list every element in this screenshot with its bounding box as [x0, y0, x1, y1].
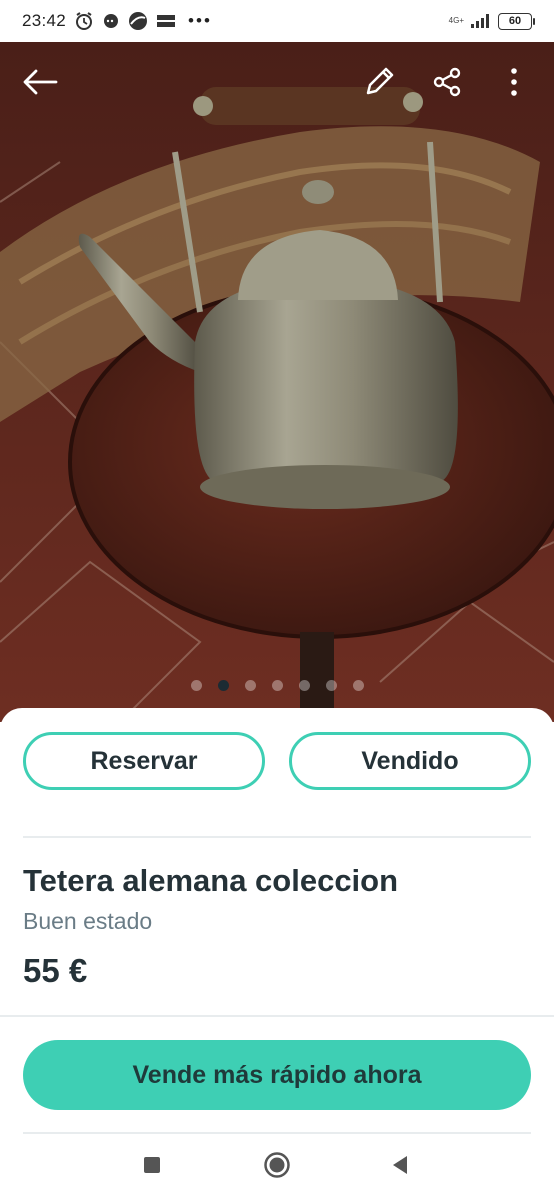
sold-button[interactable]: Vendido	[289, 732, 531, 790]
system-navigation-bar	[0, 1134, 554, 1200]
item-price: 55 €	[23, 952, 88, 989]
photo-toolbar	[0, 42, 554, 126]
teapot-photo-illustration	[0, 42, 554, 722]
carousel-dot[interactable]	[190, 680, 202, 691]
share-button[interactable]	[425, 62, 469, 106]
tenu-app-icon	[156, 12, 176, 30]
chat-icon	[102, 12, 120, 30]
more-options-button[interactable]	[492, 62, 536, 106]
square-icon	[143, 1156, 161, 1179]
item-condition: Buen estado	[23, 908, 153, 934]
share-icon	[431, 66, 463, 103]
back-nav-button[interactable]	[385, 1152, 415, 1182]
edit-pencil-icon	[362, 65, 396, 104]
divider	[0, 1015, 554, 1017]
carousel-dot[interactable]	[325, 680, 337, 691]
carousel-indicator	[0, 680, 554, 692]
status-time: 23:42	[22, 11, 67, 30]
home-button[interactable]	[262, 1151, 292, 1184]
battery-indicator: 60	[498, 12, 535, 30]
status-more: •••	[188, 11, 212, 30]
app-notification-icon	[128, 11, 148, 31]
back-arrow-icon	[22, 68, 58, 101]
reserve-button[interactable]: Reservar	[23, 732, 265, 790]
product-photo[interactable]	[0, 42, 554, 722]
more-vertical-icon	[510, 67, 518, 102]
network-type: 4G+	[448, 16, 464, 25]
recents-button[interactable]	[137, 1152, 167, 1182]
carousel-dot[interactable]	[298, 680, 310, 691]
item-details-sheet: Reservar Vendido Tetera alemana coleccio…	[0, 708, 554, 1200]
sell-faster-button[interactable]: Vende más rápido ahora	[23, 1040, 531, 1110]
status-bar: 23:42 ••• 4G+ 60	[0, 0, 554, 42]
divider	[23, 836, 531, 838]
item-title: Tetera alemana coleccion	[23, 863, 399, 898]
carousel-dot[interactable]	[352, 680, 364, 691]
back-button[interactable]	[18, 62, 62, 106]
carousel-dot-active[interactable]	[217, 680, 229, 691]
carousel-dot[interactable]	[271, 680, 283, 691]
triangle-back-icon	[391, 1155, 409, 1180]
carousel-dot[interactable]	[244, 680, 256, 691]
signal-icon	[470, 13, 492, 29]
alarm-icon	[74, 11, 94, 31]
edit-button[interactable]	[357, 62, 401, 106]
circle-icon	[263, 1151, 291, 1184]
